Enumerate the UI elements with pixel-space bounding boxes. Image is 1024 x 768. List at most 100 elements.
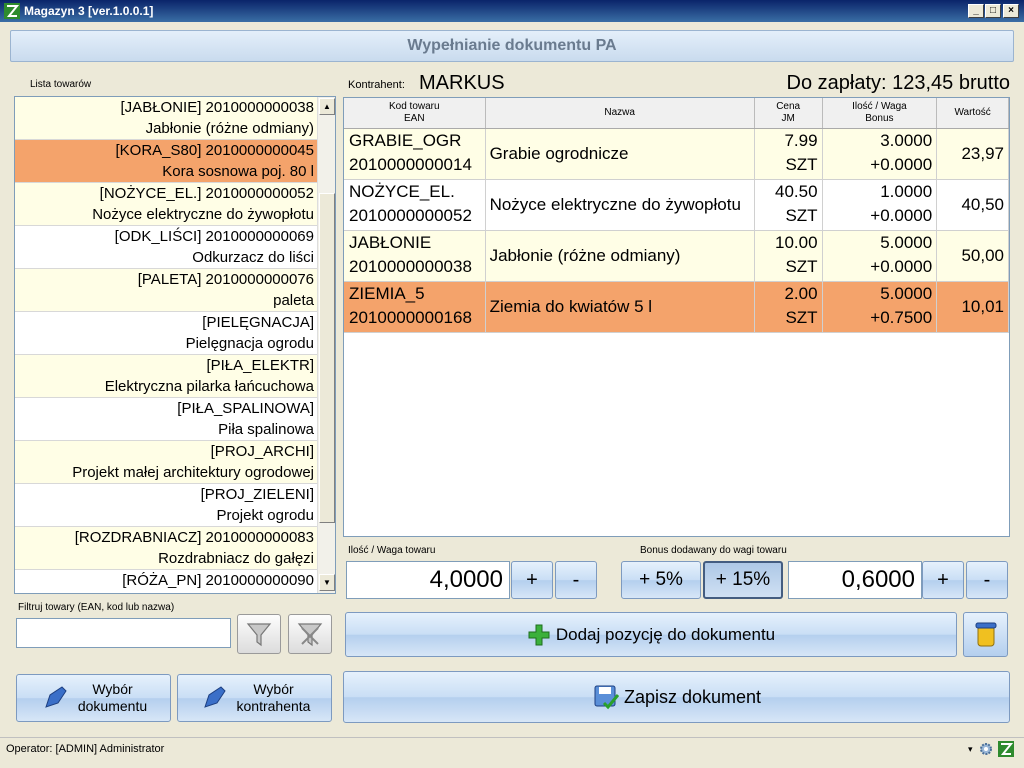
maximize-button[interactable]: □ [985,4,1001,18]
col-header-code[interactable]: Kod towaru EAN [344,98,486,128]
product-list-item[interactable]: [PROJ_ZIELENI] Projekt ogrodu [15,484,318,527]
product-code: [PIELĘGNACJA] [202,314,314,331]
document-items-table[interactable]: Kod towaru EAN Nazwa Cena JM Ilość / Waga B… [343,97,1010,537]
cell-price: 2.00 SZT [755,282,823,332]
product-list-scrollbar[interactable]: ▲ ▼ [317,97,335,593]
product-list-label: Lista towarów [30,79,92,90]
col-header-name[interactable]: Nazwa [486,98,755,128]
cell-code: ZIEMIA_5 2010000000168 [344,282,486,332]
settings-gear-icon[interactable] [978,741,994,757]
product-name: Piła spalinowa [218,421,314,438]
table-header: Kod towaru EAN Nazwa Cena JM Ilość / Waga B… [344,98,1009,129]
funnel-clear-icon [297,623,323,647]
cell-qty: 3.0000 +0.0000 [823,129,938,179]
save-document-label: Zapisz dokument [623,686,762,707]
cell-price: 40.50 SZT [755,180,823,230]
choose-document-label-2: dokumentu [77,698,148,714]
add-position-button[interactable]: Dodaj pozycję do dokumentu [345,612,957,657]
product-code: [PROJ_ARCHI] [210,443,314,460]
add-position-label: Dodaj pozycję do dokumentu [555,624,776,644]
product-list-item[interactable]: [JABŁONIE] 2010000000038 Jabłonie (różne … [15,97,318,140]
cell-price: 10.00 SZT [755,231,823,281]
product-code: [PROJ_ZIELENI] [200,486,314,503]
bonus-minus-button[interactable]: - [966,561,1008,599]
title-bar: Magazyn 3 [ver.1.0.0.1] _ □ × [0,0,1024,22]
product-name: Projekt małej architektury ogrodowej [72,464,314,481]
save-document-button[interactable]: Zapisz dokument [343,671,1010,723]
close-button[interactable]: × [1003,4,1019,18]
trash-icon [975,622,996,646]
minimize-button[interactable]: _ [968,4,984,18]
filter-input[interactable] [16,618,231,648]
product-code: [PIŁA_SPALINOWA] [177,400,314,417]
funnel-icon [246,623,272,647]
bonus-label: Bonus dodawany do wagi towaru [640,545,787,556]
qty-input[interactable]: 4,0000 [346,561,510,599]
cell-name: Grabie ogrodnicze [486,129,755,179]
product-list-item[interactable]: [PIELĘGNACJA] Pielęgnacja ogrodu [15,312,318,355]
operator-status: Operator: [ADMIN] Administrator [6,743,165,755]
table-row[interactable]: ZIEMIA_5 2010000000168 Ziemia do kwiatów 5… [344,282,1009,333]
cell-value: 40,50 [937,180,1009,230]
product-name: Jabłonie (różne odmiany) [145,120,314,137]
trash-button[interactable] [963,612,1008,657]
scroll-up-icon[interactable]: ▲ [319,98,335,115]
cell-code: GRABIE_OGR 2010000000014 [344,129,486,179]
qty-minus-button[interactable]: - [555,561,597,599]
contractor-label: Kontrahent: [348,79,405,91]
bonus-input[interactable]: 0,6000 [788,561,922,599]
product-list-item[interactable]: [ODK_LIŚCI] 2010000000069 Odkurzacz do li… [15,226,318,269]
product-code: [KORA_S80] 2010000000045 [115,142,315,159]
filter-label: Filtruj towary (EAN, kod lub nazwa) [18,602,175,613]
bonus-5-button[interactable]: + 5% [621,561,701,599]
product-list-item[interactable]: [PALETA] 2010000000076 paleta [15,269,318,312]
choose-contractor-label-1: Wybór [253,681,294,697]
product-name: Kora sosnowa poj. 80 l [162,163,314,180]
cell-name: Ziemia do kwiatów 5 l [486,282,755,332]
cell-value: 50,00 [937,231,1009,281]
product-list-item[interactable]: [RÓŻA_PN] 2010000000090 [15,570,318,593]
product-list[interactable]: [JABŁONIE] 2010000000038 Jabłonie (różne … [14,96,336,594]
status-bar: Operator: [ADMIN] Administrator ▾ [0,737,1024,761]
product-list-item[interactable]: [PROJ_ARCHI] Projekt małej architektury o… [15,441,318,484]
col-header-price[interactable]: Cena JM [755,98,823,128]
col-header-value[interactable]: Wartość [937,98,1009,128]
product-list-item[interactable]: [PIŁA_SPALINOWA] Piła spalinowa [15,398,318,441]
scroll-down-icon[interactable]: ▼ [319,574,335,591]
product-list-item[interactable]: [NOŻYCE_EL.] 2010000000052 Nożyce elektry… [15,183,318,226]
clear-filter-button[interactable] [288,614,332,654]
product-code: [ODK_LIŚCI] 2010000000069 [114,228,314,245]
product-name: paleta [273,292,314,309]
product-list-item[interactable]: [KORA_S80] 2010000000045 Kora sosnowa poj… [15,140,318,183]
tray-dropdown-icon[interactable]: ▾ [968,738,973,760]
app-tray-icon[interactable] [998,741,1014,757]
table-row[interactable]: JABŁONIE 2010000000038 Jabłonie (różne odm… [344,231,1009,282]
choose-contractor-button[interactable]: Wybór kontrahenta [177,674,332,722]
scrollbar-thumb[interactable] [319,193,335,523]
col-header-qty[interactable]: Ilość / Waga Bonus [823,98,938,128]
product-name: Nożyce elektryczne do żywopłotu [92,206,314,223]
product-code: [RÓŻA_PN] 2010000000090 [122,572,314,589]
product-code: [JABŁONIE] 2010000000038 [120,99,314,116]
bonus-plus-button[interactable]: + [922,561,964,599]
cell-value: 10,01 [937,282,1009,332]
choose-document-button[interactable]: Wybór dokumentu [16,674,171,722]
cell-code: NOŻYCE_EL. 2010000000052 [344,180,486,230]
pen-icon [203,686,226,708]
product-code: [PIŁA_ELEKTR] [206,357,314,374]
cell-price: 7.99 SZT [755,129,823,179]
contractor-name: MARKUS [419,72,505,94]
filter-button[interactable] [237,614,281,654]
qty-plus-button[interactable]: + [511,561,553,599]
cell-value: 23,97 [937,129,1009,179]
cell-name: Jabłonie (różne odmiany) [486,231,755,281]
bonus-15-button[interactable]: + 15% [703,561,783,599]
table-row[interactable]: GRABIE_OGR 2010000000014 Grabie ogrodnicze… [344,129,1009,180]
save-disk-icon [594,685,620,710]
product-name: Odkurzacz do liści [192,249,314,266]
window-title: Magazyn 3 [ver.1.0.0.1] [24,4,154,18]
choose-contractor-label-2: kontrahenta [236,698,311,714]
product-list-item[interactable]: [PIŁA_ELEKTR] Elektryczna pilarka łańcuch… [15,355,318,398]
product-list-item[interactable]: [ROZDRABNIACZ] 2010000000083 Rozdrabniacz… [15,527,318,570]
table-row[interactable]: NOŻYCE_EL. 2010000000052 Nożyce elektryczn… [344,180,1009,231]
